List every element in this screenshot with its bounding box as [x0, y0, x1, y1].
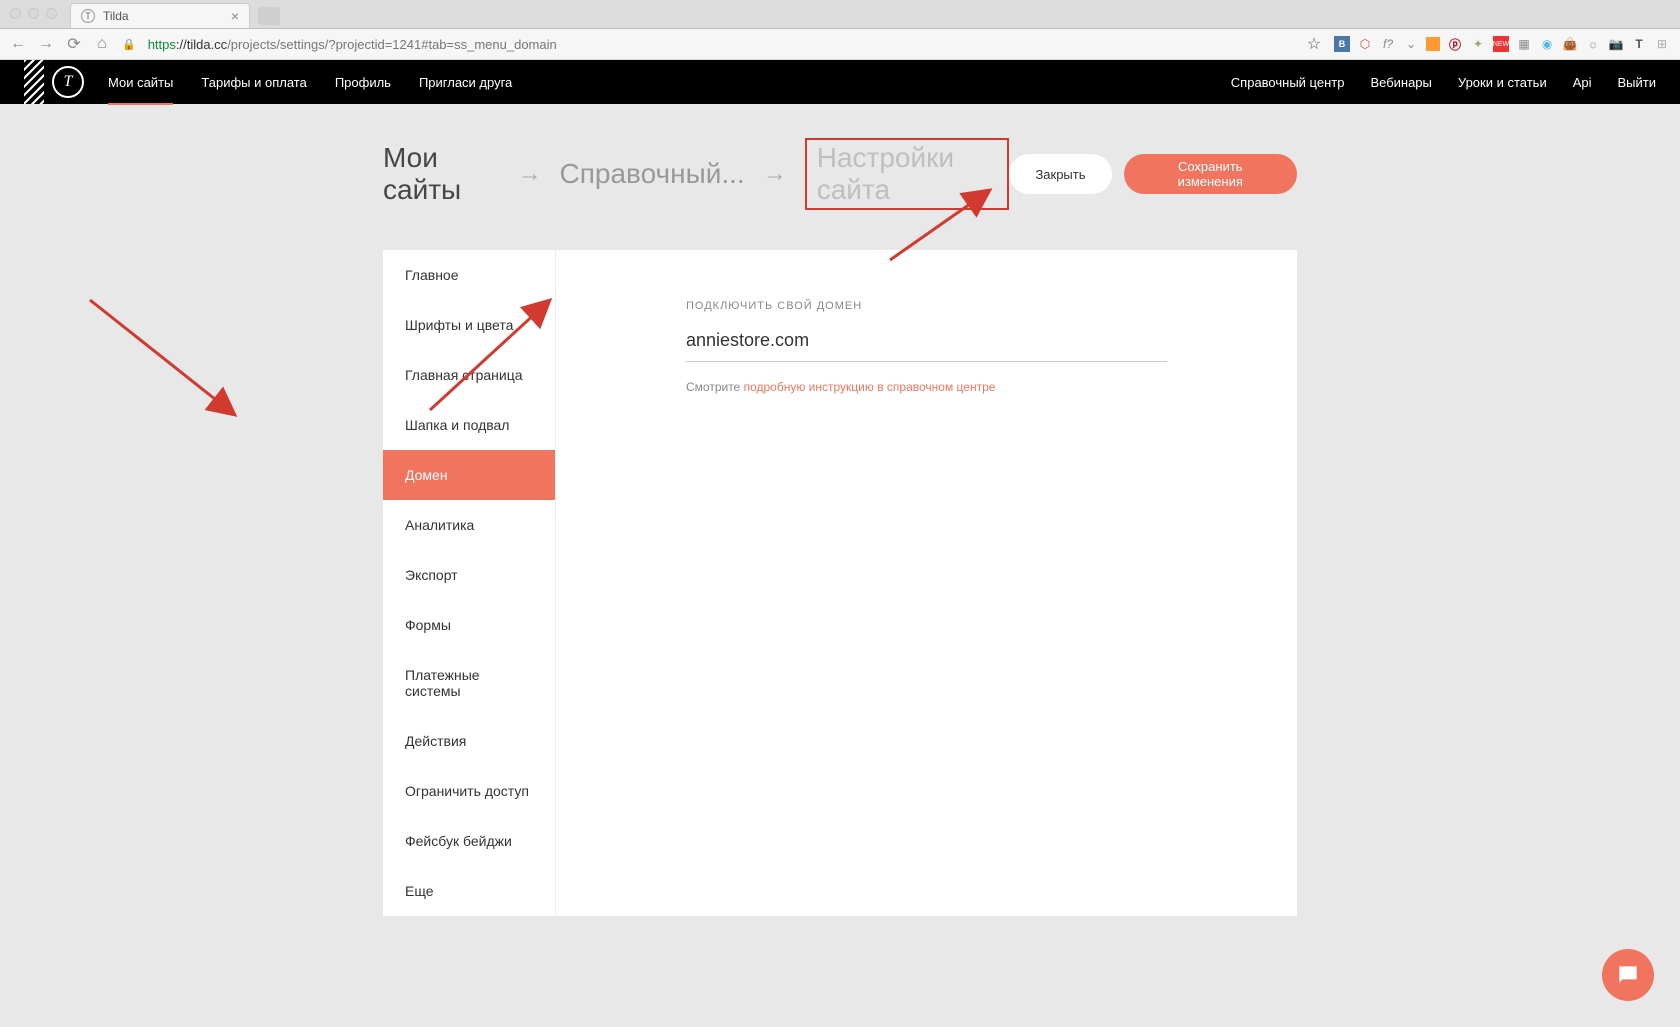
browser-urlbar: ← → ⟳ ⌂ 🔒 https://tilda.cc/projects/sett… — [0, 29, 1680, 60]
tab-title: Tilda — [103, 9, 129, 23]
chat-fab[interactable] — [1602, 949, 1654, 1001]
favicon-icon: T — [81, 9, 95, 23]
ext-t-icon[interactable]: T — [1631, 36, 1647, 52]
star-icon[interactable]: ☆ — [1306, 34, 1322, 54]
nav-help-center[interactable]: Справочный центр — [1231, 75, 1345, 90]
browser-tab[interactable]: T Tilda × — [70, 3, 250, 28]
home-icon[interactable]: ⌂ — [94, 35, 110, 53]
zigzag-decoration — [24, 60, 44, 104]
reload-icon[interactable]: ⟳ — [66, 34, 82, 54]
sidebar-item-actions[interactable]: Действия — [383, 716, 555, 766]
domain-hint: Смотрите подробную инструкцию в справочн… — [686, 380, 1167, 394]
ext-pinterest-icon[interactable]: ⓟ — [1447, 36, 1463, 52]
extension-icons: B ⬡ f? ⌄ ⓟ ✦ NEW ▦ ◉ 👜 ☼ 📷 T ⊞ — [1334, 36, 1670, 52]
close-tab-icon[interactable]: × — [231, 8, 239, 24]
tilda-logo-icon[interactable]: T — [52, 66, 84, 98]
nav-right: Справочный центр Вебинары Уроки и статьи… — [1231, 75, 1656, 90]
main-content: Мои сайты → Справочный... → Настройки са… — [0, 104, 1680, 916]
nav-profile[interactable]: Профиль — [335, 75, 391, 104]
sidebar-item-homepage[interactable]: Главная страница — [383, 350, 555, 400]
close-window-icon[interactable] — [10, 8, 21, 19]
ext-sun-icon[interactable]: ☼ — [1585, 36, 1601, 52]
breadcrumb: Мои сайты → Справочный... → Настройки са… — [383, 138, 1009, 210]
breadcrumb-project[interactable]: Справочный... — [560, 158, 745, 190]
nav-my-sites[interactable]: Мои сайты — [108, 75, 173, 104]
ext-pocket-icon[interactable]: ⌄ — [1403, 36, 1419, 52]
breadcrumb-my-sites[interactable]: Мои сайты — [383, 142, 500, 206]
lock-icon: 🔒 — [122, 38, 136, 51]
sidebar-item-domain[interactable]: Домен — [383, 450, 555, 500]
sidebar-item-restrict[interactable]: Ограничить доступ — [383, 766, 555, 816]
nav-pricing[interactable]: Тарифы и оплата — [201, 75, 306, 104]
ext-bag-icon[interactable]: 👜 — [1562, 36, 1578, 52]
sidebar-item-analytics[interactable]: Аналитика — [383, 500, 555, 550]
ext-grid-icon[interactable]: ▦ — [1516, 36, 1532, 52]
main-nav: Мои сайты Тарифы и оплата Профиль Пригла… — [108, 75, 512, 90]
breadcrumb-settings: Настройки сайта — [805, 138, 1010, 210]
minimize-window-icon[interactable] — [28, 8, 39, 19]
back-icon[interactable]: ← — [10, 35, 26, 53]
ext-h-icon[interactable]: ⊞ — [1654, 36, 1670, 52]
sidebar-item-forms[interactable]: Формы — [383, 600, 555, 650]
forward-icon[interactable]: → — [38, 35, 54, 53]
domain-input[interactable] — [686, 326, 1167, 362]
app-header: T Мои сайты Тарифы и оплата Профиль Приг… — [0, 60, 1680, 104]
settings-content: ПОДКЛЮЧИТЬ СВОЙ ДОМЕН Смотрите подробную… — [556, 250, 1297, 916]
close-button[interactable]: Закрыть — [1009, 154, 1111, 194]
nav-invite[interactable]: Пригласи друга — [419, 75, 512, 104]
arrow-icon: → — [518, 160, 542, 188]
sidebar-item-payments[interactable]: Платежные системы — [383, 650, 555, 716]
ext-f-icon[interactable]: f? — [1380, 36, 1396, 52]
nav-logout[interactable]: Выйти — [1618, 75, 1657, 90]
ext-new-icon[interactable]: NEW — [1493, 36, 1509, 52]
nav-webinars[interactable]: Вебинары — [1370, 75, 1431, 90]
ext-orange-icon[interactable] — [1426, 37, 1440, 51]
sidebar-item-main[interactable]: Главное — [383, 250, 555, 300]
settings-panel: Главное Шрифты и цвета Главная страница … — [383, 250, 1297, 916]
sidebar-item-fonts[interactable]: Шрифты и цвета — [383, 300, 555, 350]
domain-hint-link[interactable]: подробную инструкцию в справочном центре — [744, 380, 996, 394]
sidebar-item-more[interactable]: Еще — [383, 866, 555, 916]
sidebar-item-export[interactable]: Экспорт — [383, 550, 555, 600]
browser-tabbar: T Tilda × — [0, 0, 1680, 29]
nav-api[interactable]: Api — [1573, 75, 1592, 90]
ext-globe-icon[interactable]: ◉ — [1539, 36, 1555, 52]
ext-vk-icon[interactable]: B — [1334, 36, 1350, 52]
new-tab-button[interactable] — [258, 7, 280, 25]
chat-icon — [1615, 962, 1641, 988]
sidebar-item-header-footer[interactable]: Шапка и подвал — [383, 400, 555, 450]
settings-sidebar: Главное Шрифты и цвета Главная страница … — [383, 250, 556, 916]
save-button[interactable]: Сохранить изменения — [1124, 154, 1297, 194]
ext-camera-icon[interactable]: 📷 — [1608, 36, 1624, 52]
domain-label: ПОДКЛЮЧИТЬ СВОЙ ДОМЕН — [686, 300, 1167, 312]
ext-wand-icon[interactable]: ✦ — [1470, 36, 1486, 52]
sidebar-item-facebook[interactable]: Фейсбук бейджи — [383, 816, 555, 866]
window-controls — [10, 8, 57, 19]
nav-tutorials[interactable]: Уроки и статьи — [1458, 75, 1547, 90]
url-text[interactable]: https://tilda.cc/projects/settings/?proj… — [148, 37, 557, 52]
arrow-icon: → — [763, 160, 787, 188]
maximize-window-icon[interactable] — [46, 8, 57, 19]
ext-adblock-icon[interactable]: ⬡ — [1357, 36, 1373, 52]
